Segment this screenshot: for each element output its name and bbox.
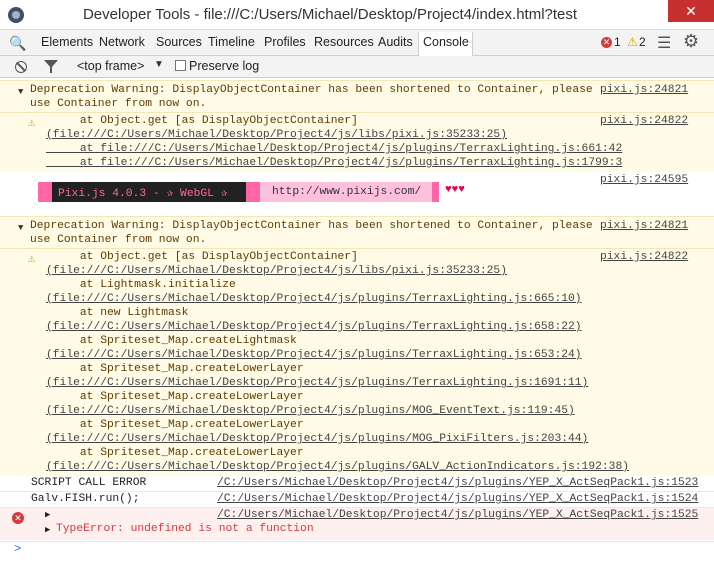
warning-source-link[interactable]: pixi.js:24821: [600, 84, 688, 96]
warning-text-line1: Deprecation Warning: DisplayObjectContai…: [30, 220, 593, 232]
log-text: SCRIPT CALL ERROR: [31, 477, 147, 489]
tab-resources[interactable]: Resources: [314, 35, 374, 49]
inspect-search-icon[interactable]: 🔍: [9, 35, 26, 52]
trace-line: at Spriteset_Map.createLowerLayer: [46, 419, 304, 431]
log-source-link[interactable]: /C:/Users/Michael/Desktop/Project4/js/pl…: [217, 493, 698, 505]
console-output: ▼ Deprecation Warning: DisplayObjectCont…: [0, 78, 714, 578]
trace-line: at Spriteset_Map.createLightmask: [46, 335, 297, 347]
tab-audits[interactable]: Audits: [378, 35, 413, 49]
tab-timeline[interactable]: Timeline: [208, 35, 255, 49]
console-warning-message[interactable]: ▼ Deprecation Warning: DisplayObjectCont…: [0, 216, 714, 248]
log-source-link[interactable]: /C:/Users/Michael/Desktop/Project4/js/pl…: [217, 477, 698, 489]
warning-icon: ⚠: [28, 116, 36, 130]
warning-count-icon[interactable]: ⚠: [627, 35, 638, 49]
tab-network[interactable]: Network: [99, 35, 145, 49]
trace-source-link[interactable]: pixi.js:24822: [600, 115, 688, 127]
tab-elements[interactable]: Elements: [41, 35, 93, 49]
trace-link[interactable]: at file:///C:/Users/Michael/Desktop/Proj…: [46, 157, 622, 169]
pixi-version-banner: Pixi.js 4.0.3 - ✰ WebGL ✰: [52, 182, 246, 202]
trace-line: at Object.get [as DisplayObjectContainer…: [46, 115, 358, 127]
error-icon: ✕: [12, 512, 24, 524]
trace-link[interactable]: (file:///C:/Users/Michael/Desktop/Projec…: [46, 321, 582, 333]
trace-link[interactable]: (file:///C:/Users/Michael/Desktop/Projec…: [46, 433, 588, 445]
trace-line: at Lightmask.initialize: [46, 279, 236, 291]
tab-console[interactable]: Console: [418, 32, 473, 56]
warning-text-line1: Deprecation Warning: DisplayObjectContai…: [30, 84, 593, 96]
log-text: Galv.FISH.run();: [31, 493, 140, 505]
preserve-log-label[interactable]: Preserve log: [189, 59, 259, 73]
frame-select[interactable]: <top frame>: [77, 59, 144, 73]
warning-icon: ⚠: [28, 252, 36, 266]
console-prompt[interactable]: >: [14, 542, 21, 556]
trace-line: at Spriteset_Map.createLowerLayer: [46, 391, 304, 403]
warning-count[interactable]: 2: [639, 35, 646, 49]
error-text: TypeError: undefined is not a function: [56, 523, 314, 535]
filter-icon[interactable]: [44, 60, 58, 73]
console-warning-trace[interactable]: ⚠ pixi.js:24822 at Object.get [as Displa…: [0, 248, 714, 476]
expand-triangle-icon[interactable]: ▶: [45, 510, 50, 520]
console-log-message[interactable]: Galv.FISH.run(); /C:/Users/Michael/Deskt…: [0, 492, 714, 508]
console-log-banner[interactable]: pixi.js:24595 Pixi.js 4.0.3 - ✰ WebGL ✰ …: [0, 172, 714, 212]
window-title: Developer Tools - file:///C:/Users/Micha…: [82, 6, 578, 23]
window-titlebar: Developer Tools - file:///C:/Users/Micha…: [0, 0, 714, 30]
trace-link[interactable]: (file:///C:/Users/Michael/Desktop/Projec…: [46, 265, 507, 277]
banner-stripe: [38, 182, 52, 202]
banner-stripe: [432, 182, 439, 202]
expand-triangle-icon[interactable]: ▼: [18, 87, 23, 97]
error-count[interactable]: 1: [614, 35, 621, 49]
error-source-link[interactable]: /C:/Users/Michael/Desktop/Project4/js/pl…: [217, 509, 698, 521]
chevron-down-icon[interactable]: ▼: [154, 59, 164, 70]
console-warning-message[interactable]: ▼ Deprecation Warning: DisplayObjectCont…: [0, 80, 714, 112]
tab-profiles[interactable]: Profiles: [264, 35, 306, 49]
clear-console-icon[interactable]: [15, 61, 27, 73]
preserve-log-checkbox[interactable]: [175, 60, 186, 71]
window-close-button[interactable]: ✕: [668, 0, 714, 22]
gear-icon[interactable]: ⚙: [683, 31, 699, 52]
warning-source-link[interactable]: pixi.js:24821: [600, 220, 688, 232]
trace-link[interactable]: (file:///C:/Users/Michael/Desktop/Projec…: [46, 377, 588, 389]
trace-line: at Spriteset_Map.createLowerLayer: [46, 447, 304, 459]
expand-triangle-icon[interactable]: ▶: [45, 525, 50, 535]
expand-triangle-icon[interactable]: ▼: [18, 223, 23, 233]
trace-link[interactable]: (file:///C:/Users/Michael/Desktop/Projec…: [46, 405, 575, 417]
tab-sources[interactable]: Sources: [156, 35, 202, 49]
console-log-message[interactable]: SCRIPT CALL ERROR /C:/Users/Michael/Desk…: [0, 476, 714, 492]
trace-link[interactable]: (file:///C:/Users/Michael/Desktop/Projec…: [46, 129, 507, 141]
banner-stripe: [246, 182, 260, 202]
drawer-toggle-icon[interactable]: ☰: [657, 33, 671, 53]
divider: [0, 541, 714, 542]
error-count-icon[interactable]: ✕: [601, 37, 612, 48]
trace-source-link[interactable]: pixi.js:24822: [600, 251, 688, 263]
trace-link[interactable]: (file:///C:/Users/Michael/Desktop/Projec…: [46, 461, 629, 473]
console-error-message[interactable]: ✕ ▶ /C:/Users/Michael/Desktop/Project4/j…: [0, 508, 714, 540]
warning-text-line2: use Container from now on.: [30, 234, 207, 246]
hearts-icon: ♥♥♥: [445, 184, 465, 196]
pixi-url-banner[interactable]: http://www.pixijs.com/: [260, 182, 432, 202]
trace-line: at Object.get [as DisplayObjectContainer…: [46, 251, 358, 263]
trace-link[interactable]: (file:///C:/Users/Michael/Desktop/Projec…: [46, 349, 582, 361]
console-toolbar: <top frame> ▼ Preserve log: [0, 56, 714, 78]
trace-link[interactable]: (file:///C:/Users/Michael/Desktop/Projec…: [46, 293, 582, 305]
warning-text-line2: use Container from now on.: [30, 98, 207, 110]
console-warning-trace[interactable]: ⚠ pixi.js:24822 at Object.get [as Displa…: [0, 112, 714, 172]
trace-line: at Spriteset_Map.createLowerLayer: [46, 363, 304, 375]
trace-line: at new Lightmask: [46, 307, 189, 319]
trace-link[interactable]: at file:///C:/Users/Michael/Desktop/Proj…: [46, 143, 622, 155]
